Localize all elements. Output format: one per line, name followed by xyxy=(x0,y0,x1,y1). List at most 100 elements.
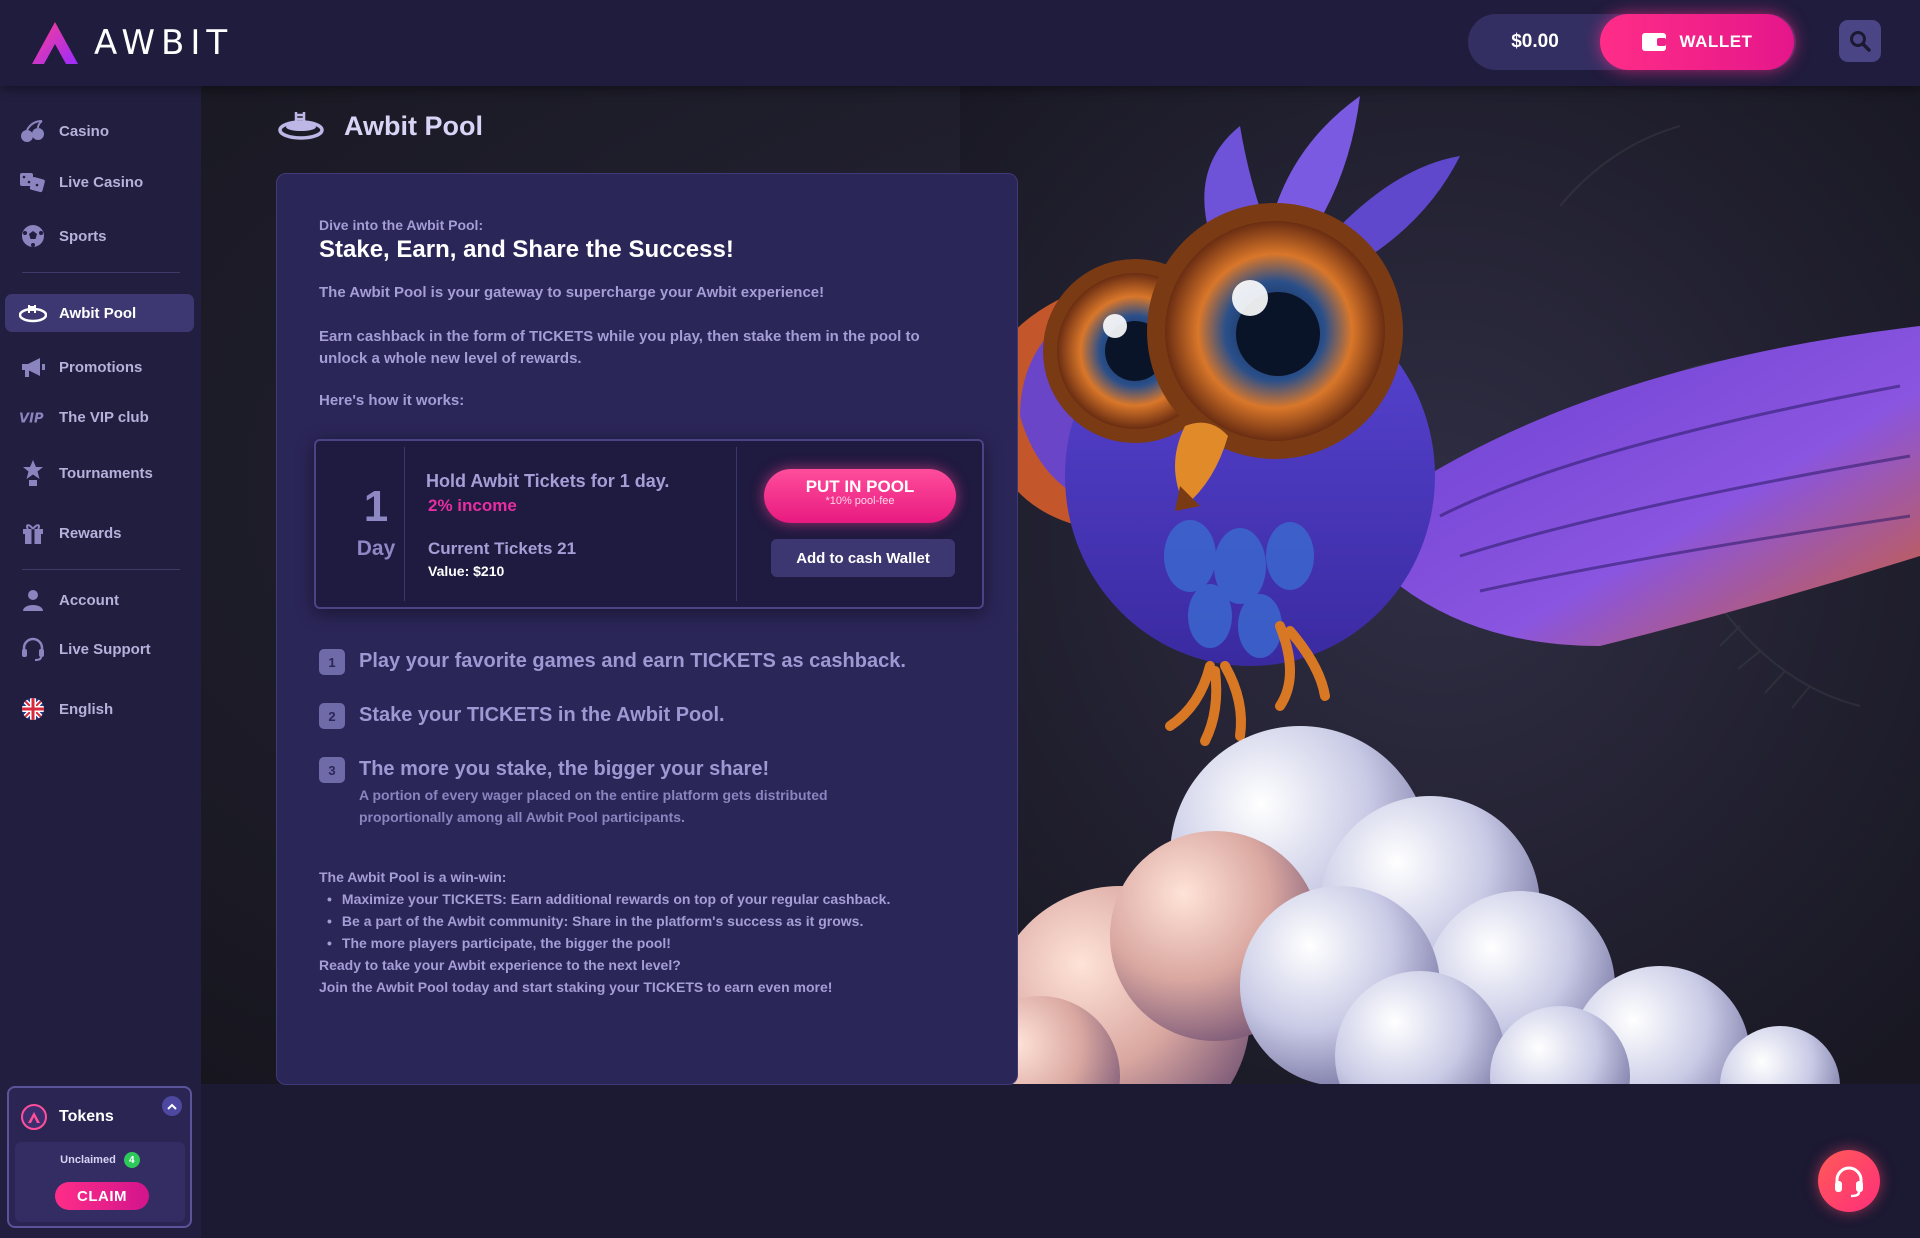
chevron-up-icon xyxy=(167,1103,177,1110)
wallet-group: $0.00 WALLET xyxy=(1468,14,1796,70)
list-item: The more players participate, the bigger… xyxy=(327,932,890,954)
step-title: Stake your TICKETS in the Awbit Pool. xyxy=(359,704,725,726)
current-tickets: Current Tickets 21 xyxy=(428,539,577,558)
unclaimed-count-badge: 4 xyxy=(123,1152,140,1168)
brand-logo[interactable]: AWBIT xyxy=(30,20,233,66)
sidebar-item-account[interactable]: Account xyxy=(5,581,194,619)
panel-heading: Stake, Earn, and Share the Success! xyxy=(319,236,734,263)
sidebar-item-label: Live Support xyxy=(59,640,151,658)
step-title: Play your favorite games and earn TICKET… xyxy=(359,650,906,672)
page-title: Awbit Pool xyxy=(278,108,483,145)
headset-icon xyxy=(1835,1166,1863,1198)
intro-kicker: Dive into the Awbit Pool: xyxy=(319,217,484,233)
win-win-list: Maximize your TICKETS: Earn additional r… xyxy=(327,888,890,954)
megaphone-icon xyxy=(19,353,47,381)
awbit-logo-icon xyxy=(30,20,80,66)
day-number: 1 xyxy=(363,482,389,531)
tokens-widget: Tokens Unclaimed 4 CLAIM xyxy=(7,1086,192,1228)
sidebar-item-label: Awbit Pool xyxy=(59,304,137,322)
tokens-header: Tokens xyxy=(21,1104,114,1130)
pool-fee-note: *10% pool-fee xyxy=(825,495,895,507)
tokens-collapse-button[interactable] xyxy=(162,1096,182,1116)
top-bar: AWBIT $0.00 WALLET xyxy=(0,0,1920,86)
sidebar-item-vip-club[interactable]: VIP The VIP club xyxy=(5,398,194,436)
card-divider xyxy=(736,447,737,601)
balance-display[interactable]: $0.00 xyxy=(1468,31,1602,53)
trophy-icon xyxy=(19,459,47,487)
step-title: The more you stake, the bigger your shar… xyxy=(359,758,770,780)
tokens-claim-area: Unclaimed 4 CLAIM xyxy=(15,1142,185,1222)
sidebar-item-sports[interactable]: Sports xyxy=(5,217,194,255)
dice-icon xyxy=(19,168,47,196)
tokens-title: Tokens xyxy=(59,1108,114,1125)
sidebar-item-language[interactable]: English xyxy=(5,690,194,728)
cherries-icon xyxy=(19,117,47,145)
step-number: 1 xyxy=(319,649,345,675)
sidebar-item-live-casino[interactable]: Live Casino xyxy=(5,163,194,201)
headset-icon xyxy=(19,635,47,663)
hold-text: Hold Awbit Tickets for 1 day. xyxy=(426,471,670,491)
sidebar-item-label: Tournaments xyxy=(59,464,153,482)
cashback-paragraph-line1: Earn cashback in the form of TICKETS whi… xyxy=(319,328,920,345)
list-item: Maximize your TICKETS: Earn additional r… xyxy=(327,888,890,910)
brand-name: AWBIT xyxy=(94,23,234,63)
user-icon xyxy=(19,586,47,614)
svg-text:VIP: VIP xyxy=(19,412,44,425)
claim-button[interactable]: CLAIM xyxy=(55,1182,149,1210)
search-icon xyxy=(1850,31,1871,52)
sidebar-item-live-support[interactable]: Live Support xyxy=(5,630,194,668)
win-win-section: The Awbit Pool is a win-win: Maximize yo… xyxy=(319,866,890,954)
step-item: 2 Stake your TICKETS in the Awbit Pool. xyxy=(319,700,725,730)
soccer-ball-icon xyxy=(19,222,47,250)
sidebar-item-label: Casino xyxy=(59,122,110,140)
cashback-paragraph-line2: unlock a whole new level of rewards. xyxy=(319,350,582,367)
gift-icon xyxy=(19,519,47,547)
card-divider xyxy=(404,447,405,601)
add-to-cash-wallet-button[interactable]: Add to cash Wallet xyxy=(771,539,955,577)
step-description-line2: proportionally among all Awbit Pool part… xyxy=(359,809,685,825)
sidebar: Casino Live Casino Sports Awbit Pool Pro… xyxy=(0,86,201,1238)
win-win-title: The Awbit Pool is a win-win: xyxy=(319,869,507,885)
uk-flag-icon xyxy=(19,695,47,723)
sidebar-item-label: Promotions xyxy=(59,358,143,376)
list-item: Be a part of the Awbit community: Share … xyxy=(327,910,890,932)
day-label: Day xyxy=(356,537,396,560)
step-item: 1 Play your favorite games and earn TICK… xyxy=(319,646,906,676)
sidebar-item-casino[interactable]: Casino xyxy=(5,112,194,150)
put-in-pool-button[interactable]: PUT IN POOL *10% pool-fee xyxy=(764,469,956,523)
unclaimed-row: Unclaimed 4 xyxy=(15,1152,185,1168)
unclaimed-label: Unclaimed xyxy=(60,1154,116,1166)
sidebar-item-label: Live Casino xyxy=(59,173,144,191)
sidebar-item-awbit-pool[interactable]: Awbit Pool xyxy=(5,294,194,332)
sidebar-item-label: English xyxy=(59,700,114,718)
tickets-value: Value: $210 xyxy=(428,563,505,579)
sidebar-item-label: Account xyxy=(59,591,119,609)
vip-icon: VIP xyxy=(19,403,47,431)
cta-line2: Join the Awbit Pool today and start stak… xyxy=(319,979,833,995)
sidebar-item-label: The VIP club xyxy=(59,408,149,426)
search-button[interactable] xyxy=(1839,20,1881,62)
sidebar-divider xyxy=(22,272,180,273)
put-in-pool-label: PUT IN POOL xyxy=(805,477,915,496)
wallet-button[interactable]: WALLET xyxy=(1600,14,1794,70)
pool-info-panel: Dive into the Awbit Pool: Stake, Earn, a… xyxy=(276,173,1018,1085)
step-item: 3 The more you stake, the bigger your sh… xyxy=(319,754,828,828)
sidebar-item-promotions[interactable]: Promotions xyxy=(5,348,194,386)
sidebar-item-tournaments[interactable]: Tournaments xyxy=(5,454,194,492)
sidebar-item-label: Sports xyxy=(59,227,107,245)
pool-icon xyxy=(278,108,324,145)
step-number: 2 xyxy=(319,703,345,729)
step-description-line1: A portion of every wager placed on the e… xyxy=(359,787,828,803)
wallet-icon xyxy=(1641,33,1666,51)
intro-paragraph: The Awbit Pool is your gateway to superc… xyxy=(319,284,825,301)
page-title-text: Awbit Pool xyxy=(344,111,483,141)
how-it-works-label: Here's how it works: xyxy=(319,392,465,409)
sidebar-item-label: Rewards xyxy=(59,524,122,542)
sidebar-divider xyxy=(22,569,180,570)
live-support-button[interactable] xyxy=(1818,1150,1880,1212)
income-rate: 2% income xyxy=(428,496,517,515)
pool-icon xyxy=(19,299,47,327)
step-number: 3 xyxy=(319,757,345,783)
token-logo-icon xyxy=(21,1104,47,1130)
sidebar-item-rewards[interactable]: Rewards xyxy=(5,514,194,552)
